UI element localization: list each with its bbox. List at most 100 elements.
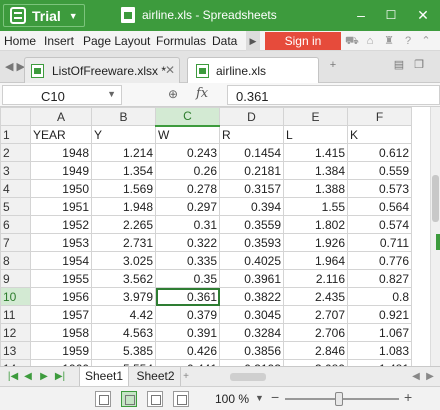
- grid-cell[interactable]: 0.391: [155, 323, 220, 342]
- grid-cell[interactable]: 3.562: [91, 269, 156, 288]
- grid-cell[interactable]: 2.731: [91, 233, 156, 252]
- row-header[interactable]: 10: [0, 287, 31, 306]
- grid-cell[interactable]: 1.802: [283, 215, 348, 234]
- horizontal-scrollbar[interactable]: [200, 371, 422, 383]
- grid-cell[interactable]: 0.426: [155, 341, 220, 360]
- grid-cell[interactable]: 0.2181: [219, 161, 284, 180]
- grid-cell[interactable]: 1950: [30, 179, 92, 198]
- grid-cell[interactable]: 1957: [30, 305, 92, 324]
- row-header[interactable]: 11: [0, 305, 31, 324]
- grid-cell[interactable]: 2.116: [283, 269, 348, 288]
- row-header[interactable]: 13: [0, 341, 31, 360]
- grid-cell[interactable]: R: [219, 125, 284, 144]
- grid-cell[interactable]: 0.31: [155, 215, 220, 234]
- grid-cell[interactable]: 5.385: [91, 341, 156, 360]
- zoom-search-icon[interactable]: ⊕: [168, 87, 178, 101]
- vertical-scroll-thumb[interactable]: [432, 175, 439, 222]
- grid-cell[interactable]: 0.3593: [219, 233, 284, 252]
- restore-window-icon[interactable]: ❐: [413, 59, 425, 71]
- grid-cell[interactable]: 0.35: [155, 269, 220, 288]
- grid-cell[interactable]: 0.243: [155, 143, 220, 162]
- grid-cell[interactable]: 4.42: [91, 305, 156, 324]
- zoom-level[interactable]: 100 %: [215, 392, 249, 406]
- tab-close-icon[interactable]: ✕: [165, 63, 175, 77]
- grid-cell[interactable]: 0.335: [155, 251, 220, 270]
- row-header[interactable]: 1: [0, 125, 31, 144]
- active-cell[interactable]: 0.361: [155, 287, 220, 306]
- grid-cell[interactable]: 0.3822: [219, 287, 284, 306]
- grid-cell[interactable]: K: [347, 125, 412, 144]
- grid-cell[interactable]: 4.563: [91, 323, 156, 342]
- menu-insert[interactable]: Insert: [44, 34, 74, 48]
- tabs-scroll-left-icon[interactable]: ◀ ▶: [5, 60, 25, 73]
- grid-cell[interactable]: 0.3045: [219, 305, 284, 324]
- grid-cell[interactable]: 1952: [30, 215, 92, 234]
- grid-cell[interactable]: 1.354: [91, 161, 156, 180]
- prev-sheet-icon[interactable]: ◀: [22, 370, 34, 384]
- grid-cell[interactable]: 0.3559: [219, 215, 284, 234]
- grid-cell[interactable]: 1.384: [283, 161, 348, 180]
- menu-home[interactable]: Home: [4, 34, 36, 48]
- grid-cell[interactable]: 0.559: [347, 161, 412, 180]
- grid-cell[interactable]: 0.3856: [219, 341, 284, 360]
- chevron-down-icon[interactable]: ▼: [255, 393, 264, 403]
- grid-cell[interactable]: 0.4025: [219, 251, 284, 270]
- grid-cell[interactable]: 0.921: [347, 305, 412, 324]
- add-sheet-icon[interactable]: +: [180, 370, 192, 384]
- gift-icon[interactable]: ⌂: [364, 35, 376, 47]
- grid-cell[interactable]: 1.948: [91, 197, 156, 216]
- menu-data[interactable]: Data: [212, 34, 237, 48]
- grid-cell[interactable]: 1.964: [283, 251, 348, 270]
- column-header[interactable]: B: [91, 107, 156, 126]
- zoom-in-icon[interactable]: +: [404, 389, 412, 405]
- column-header[interactable]: D: [219, 107, 284, 126]
- first-sheet-icon[interactable]: |◀: [7, 370, 19, 384]
- row-header[interactable]: 12: [0, 323, 31, 342]
- grid-cell[interactable]: Y: [91, 125, 156, 144]
- tab-airline[interactable]: airline.xls: [187, 57, 319, 84]
- grid-cell[interactable]: 1.55: [283, 197, 348, 216]
- ribbon-toggle-icon[interactable]: ⌃: [420, 35, 432, 47]
- grid-cell[interactable]: 2.706: [283, 323, 348, 342]
- grid-cell[interactable]: 0.827: [347, 269, 412, 288]
- reading-view-icon[interactable]: [173, 391, 189, 407]
- grid-cell[interactable]: 0.379: [155, 305, 220, 324]
- grid-cell[interactable]: 1955: [30, 269, 92, 288]
- grid-cell[interactable]: 0.394: [219, 197, 284, 216]
- grid-cell[interactable]: 1949: [30, 161, 92, 180]
- print-view-icon[interactable]: [95, 391, 111, 407]
- grid-cell[interactable]: 0.3284: [219, 323, 284, 342]
- row-header[interactable]: 9: [0, 269, 31, 288]
- menu-formulas[interactable]: Formulas: [156, 34, 206, 48]
- next-sheet-icon[interactable]: ▶: [38, 370, 50, 384]
- fx-icon[interactable]: fx: [196, 86, 208, 101]
- grid-cell[interactable]: 2.265: [91, 215, 156, 234]
- grid-cell[interactable]: 1948: [30, 143, 92, 162]
- sheet-tab-sheet2[interactable]: Sheet2: [131, 367, 181, 387]
- grid-cell[interactable]: YEAR: [30, 125, 92, 144]
- last-sheet-icon[interactable]: ▶|: [54, 370, 66, 384]
- grid-cell[interactable]: 0.3157: [219, 179, 284, 198]
- row-header[interactable]: 4: [0, 179, 31, 198]
- column-header[interactable]: C: [155, 107, 220, 127]
- grid-cell[interactable]: 0.1454: [219, 143, 284, 162]
- horizontal-scroll-thumb[interactable]: [230, 373, 266, 381]
- grid-cell[interactable]: 0.776: [347, 251, 412, 270]
- normal-view-icon[interactable]: [121, 391, 137, 407]
- column-header[interactable]: E: [283, 107, 348, 126]
- grid-cell[interactable]: 0.711: [347, 233, 412, 252]
- grid-cell[interactable]: 1.926: [283, 233, 348, 252]
- grid-cell[interactable]: 1959: [30, 341, 92, 360]
- chevron-down-icon[interactable]: ▼: [107, 89, 116, 99]
- trial-menu-button[interactable]: Trial ▼: [3, 4, 85, 27]
- grid-cell[interactable]: 3.979: [91, 287, 156, 306]
- row-header[interactable]: 5: [0, 197, 31, 216]
- column-header[interactable]: A: [30, 107, 92, 126]
- grid-cell[interactable]: 0.26: [155, 161, 220, 180]
- grid-cell[interactable]: 0.8: [347, 287, 412, 306]
- maximize-icon[interactable]: ☐: [380, 4, 402, 26]
- grid-cell[interactable]: 1954: [30, 251, 92, 270]
- grid-cell[interactable]: 1958: [30, 323, 92, 342]
- tab-list-icon[interactable]: ▤: [393, 59, 405, 71]
- grid-cell[interactable]: 2.707: [283, 305, 348, 324]
